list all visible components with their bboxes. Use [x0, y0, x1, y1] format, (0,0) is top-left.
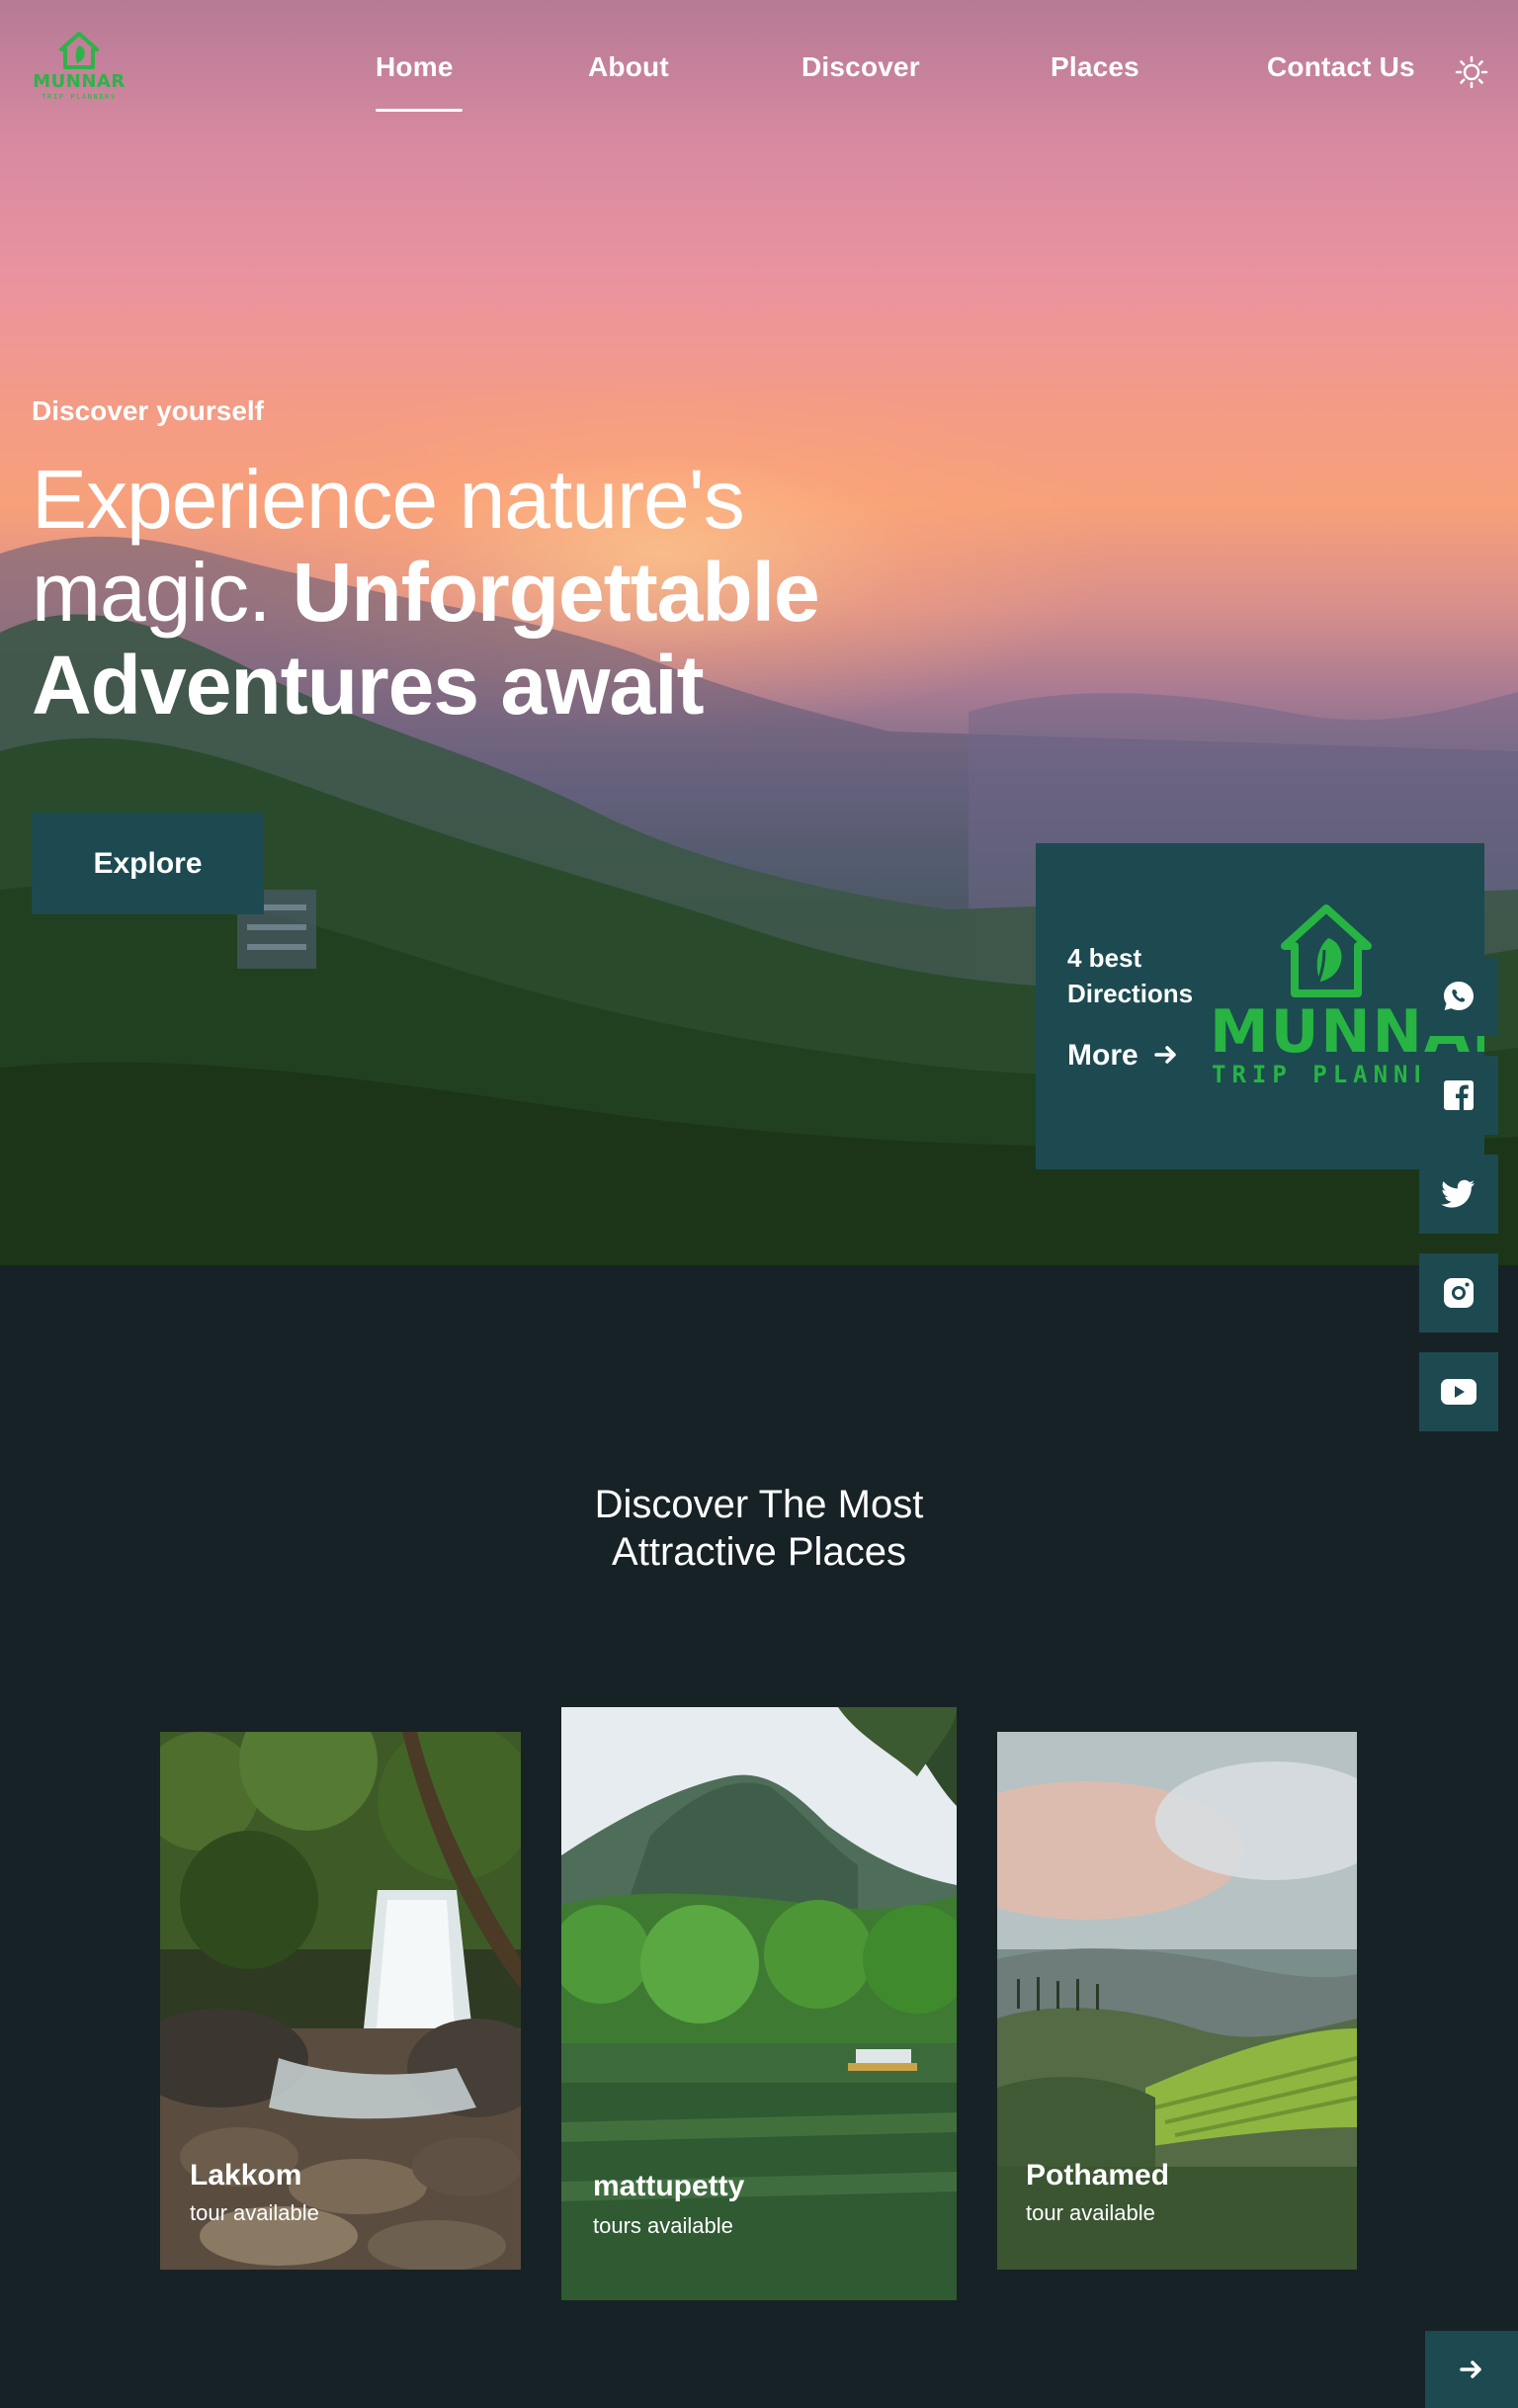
section-title-line-1: Discover The Most: [594, 1483, 924, 1526]
nav-home[interactable]: Home: [376, 51, 454, 83]
explore-button[interactable]: Explore: [32, 813, 264, 914]
nav-about[interactable]: About: [588, 51, 669, 83]
nav-contact-us[interactable]: Contact Us: [1267, 51, 1415, 83]
place-subtitle: tours available: [593, 2213, 733, 2238]
facebook-button[interactable]: [1419, 1056, 1498, 1135]
whatsapp-icon: [1444, 982, 1474, 1010]
place-card-lakkom[interactable]: Lakkom tour available: [160, 1732, 521, 2270]
instagram-button[interactable]: [1419, 1253, 1498, 1333]
hero-title: Experience nature's magic. Unforgettable…: [32, 453, 921, 731]
logo-tagline: TRIP PLANNERS: [42, 93, 117, 101]
theme-toggle-button[interactable]: [1455, 55, 1488, 89]
hero-title-bold-2: Adventures await: [32, 639, 705, 731]
twitter-icon: [1441, 1179, 1475, 1208]
hero-title-light-2: magic.: [32, 546, 271, 639]
youtube-button[interactable]: [1419, 1352, 1498, 1431]
house-leaf-icon: [59, 32, 99, 69]
arrow-right-icon: [1460, 2361, 1481, 2378]
place-name: Lakkom: [190, 2159, 302, 2192]
directions-text: 4 best Directions: [1067, 940, 1193, 1011]
nav-places[interactable]: Places: [1051, 51, 1139, 83]
place-subtitle: tour available: [190, 2200, 319, 2225]
more-link[interactable]: More: [1067, 1039, 1138, 1073]
youtube-icon: [1441, 1379, 1476, 1405]
twitter-button[interactable]: [1419, 1155, 1498, 1234]
place-subtitle: tour available: [1026, 2200, 1155, 2225]
hero-subtitle: Discover yourself: [32, 395, 264, 426]
directions-line-1: 4 best: [1067, 943, 1142, 973]
place-card-mattupetty[interactable]: mattupetty tours available: [561, 1707, 957, 2300]
place-card-pothamed[interactable]: Pothamed tour available: [997, 1732, 1357, 2270]
place-name: Pothamed: [1026, 2159, 1170, 2192]
hero-title-bold-1: Unforgettable: [292, 546, 820, 639]
directions-line-2: Directions: [1067, 979, 1194, 1008]
sun-icon: [1455, 55, 1488, 89]
section-title-line-2: Attractive Places: [612, 1530, 906, 1574]
whatsapp-button[interactable]: [1419, 957, 1498, 1036]
place-name: mattupetty: [593, 2170, 745, 2202]
house-leaf-icon: [1281, 904, 1372, 997]
nav-active-underline: [376, 109, 463, 112]
hero-title-light-1: Experience nature's: [32, 453, 745, 546]
facebook-icon: [1444, 1080, 1474, 1110]
section-title: Discover The Most Attractive Places: [0, 1481, 1518, 1576]
logo-brand: MUNNAR: [33, 71, 126, 92]
directions-card: 4 best Directions More MUNNAR TRIP PLANN…: [1036, 843, 1484, 1169]
nav-discover[interactable]: Discover: [801, 51, 920, 83]
arrow-right-icon[interactable]: [1152, 1041, 1180, 1069]
munnar-logo[interactable]: MUNNAR TRIP PLANNERS: [32, 32, 126, 107]
instagram-icon: [1444, 1278, 1474, 1308]
next-button[interactable]: [1425, 2331, 1518, 2408]
lake-image: [561, 1707, 957, 2300]
